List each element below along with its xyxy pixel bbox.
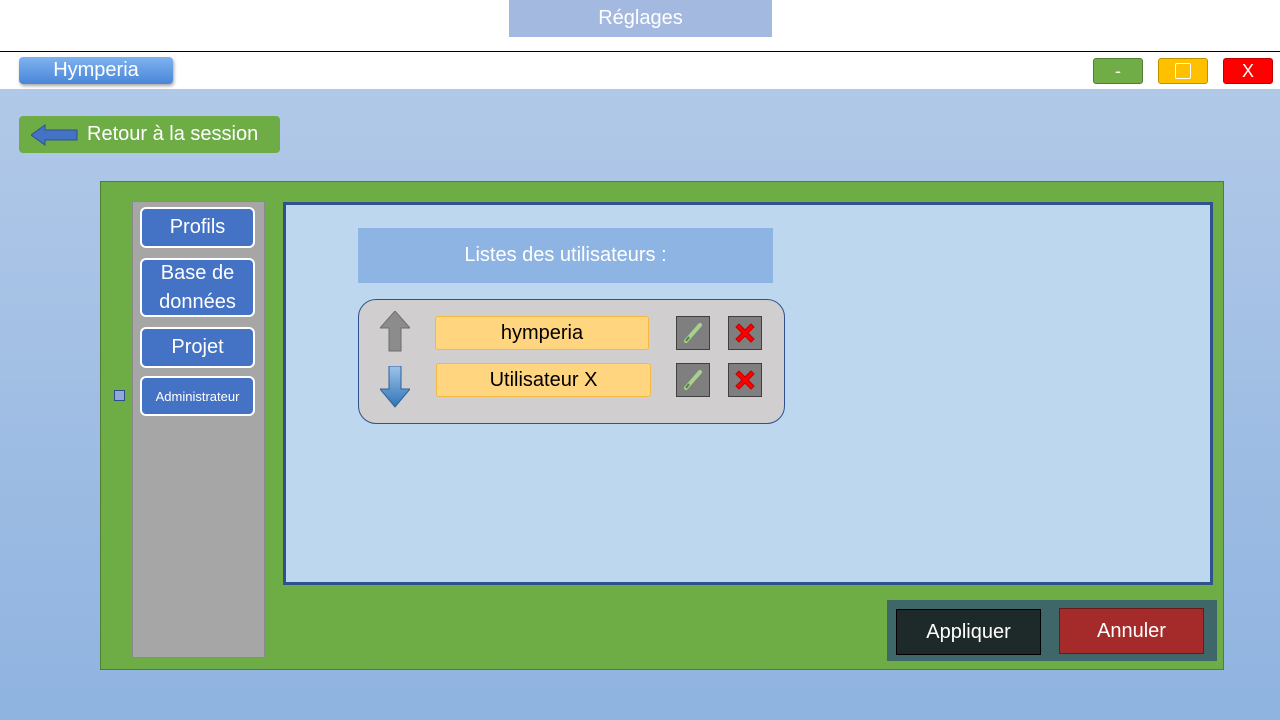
edit-user-button[interactable] <box>676 363 710 397</box>
red-x-icon <box>735 323 755 343</box>
pencil-icon <box>684 370 702 390</box>
content-area: Listes des utilisateurs : hymperia Utili… <box>283 202 1213 585</box>
user-list-header: Listes des utilisateurs : <box>358 228 773 283</box>
pencil-icon <box>684 323 702 343</box>
action-bar: Appliquer Annuler <box>887 600 1217 661</box>
cancel-button[interactable]: Annuler <box>1059 608 1204 654</box>
sidebar-item-administrateur[interactable]: Administrateur <box>140 376 255 416</box>
edit-user-button[interactable] <box>676 316 710 350</box>
app-name-button[interactable]: Hymperia <box>19 57 173 84</box>
back-button-label: Retour à la session <box>87 123 259 145</box>
user-item-hymperia[interactable]: hymperia <box>435 316 649 350</box>
sidebar-item-base-de-donnees[interactable]: Base de données <box>140 258 255 317</box>
settings-window-body: Retour à la session Profils Base de donn… <box>0 89 1280 720</box>
user-item-utilisateur-x[interactable]: Utilisateur X <box>436 363 651 397</box>
sidebar-item-profils[interactable]: Profils <box>140 207 255 248</box>
sidebar-item-projet[interactable]: Projet <box>140 327 255 368</box>
back-to-session-button[interactable]: Retour à la session <box>19 116 280 153</box>
sidebar-handle[interactable] <box>114 390 125 401</box>
delete-user-button[interactable] <box>728 316 762 350</box>
maximize-icon <box>1175 63 1191 79</box>
window-title: Réglages <box>509 0 772 37</box>
arrow-up-icon[interactable] <box>380 311 410 353</box>
arrow-left-icon <box>31 123 78 146</box>
apply-button[interactable]: Appliquer <box>896 609 1041 655</box>
close-button[interactable]: X <box>1223 58 1273 84</box>
titlebar: Hymperia - X <box>0 51 1280 90</box>
settings-panel: Profils Base de données Projet Administr… <box>100 181 1224 670</box>
maximize-button[interactable] <box>1158 58 1208 84</box>
red-x-icon <box>735 370 755 390</box>
delete-user-button[interactable] <box>728 363 762 397</box>
minimize-button[interactable]: - <box>1093 58 1143 84</box>
arrow-down-icon[interactable] <box>380 366 410 408</box>
settings-sidebar: Profils Base de données Projet Administr… <box>132 201 265 658</box>
user-list: hymperia Utilisateur X <box>358 299 785 424</box>
